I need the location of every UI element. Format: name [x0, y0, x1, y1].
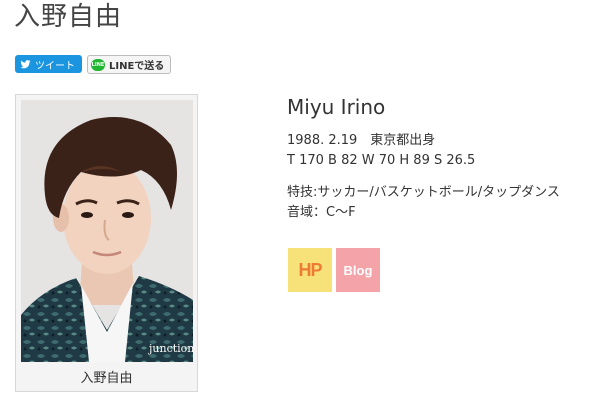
birth-info: 1988. 2.19 東京都出身: [287, 133, 436, 148]
line-label: LINEで送る: [109, 61, 165, 72]
profile-photo: junction: [21, 100, 193, 362]
profile-card: junction 入野自由: [15, 94, 198, 392]
twitter-bird-icon: [20, 59, 31, 68]
profile-info: Miyu Irino 1988. 2.19 東京都出身 T 170 B 82 W…: [287, 95, 560, 223]
skills: 特技:サッカー/バスケットボール/タップダンス: [287, 185, 560, 200]
name-english: Miyu Irino: [287, 95, 386, 119]
photo-watermark: junction: [147, 342, 193, 355]
line-share-button[interactable]: LINE LINEで送る: [87, 55, 172, 74]
blog-label: Blog: [343, 262, 373, 278]
page-title: 入野自由: [14, 2, 123, 32]
blog-link-button[interactable]: Blog: [336, 248, 380, 292]
hp-link-button[interactable]: HP: [288, 248, 332, 292]
vocal-range: 音域：C～F: [287, 205, 356, 220]
tweet-label: ツイート: [35, 60, 75, 72]
measurements: T 170 B 82 W 70 H 89 S 26.5: [287, 153, 476, 168]
line-icon: LINE: [91, 58, 105, 71]
share-buttons: ツイート LINE LINEで送る: [15, 55, 172, 74]
hp-label: HP: [298, 259, 322, 280]
tweet-button[interactable]: ツイート: [15, 55, 82, 73]
external-links: HP Blog: [288, 248, 380, 292]
photo-caption: 入野自由: [80, 371, 133, 386]
